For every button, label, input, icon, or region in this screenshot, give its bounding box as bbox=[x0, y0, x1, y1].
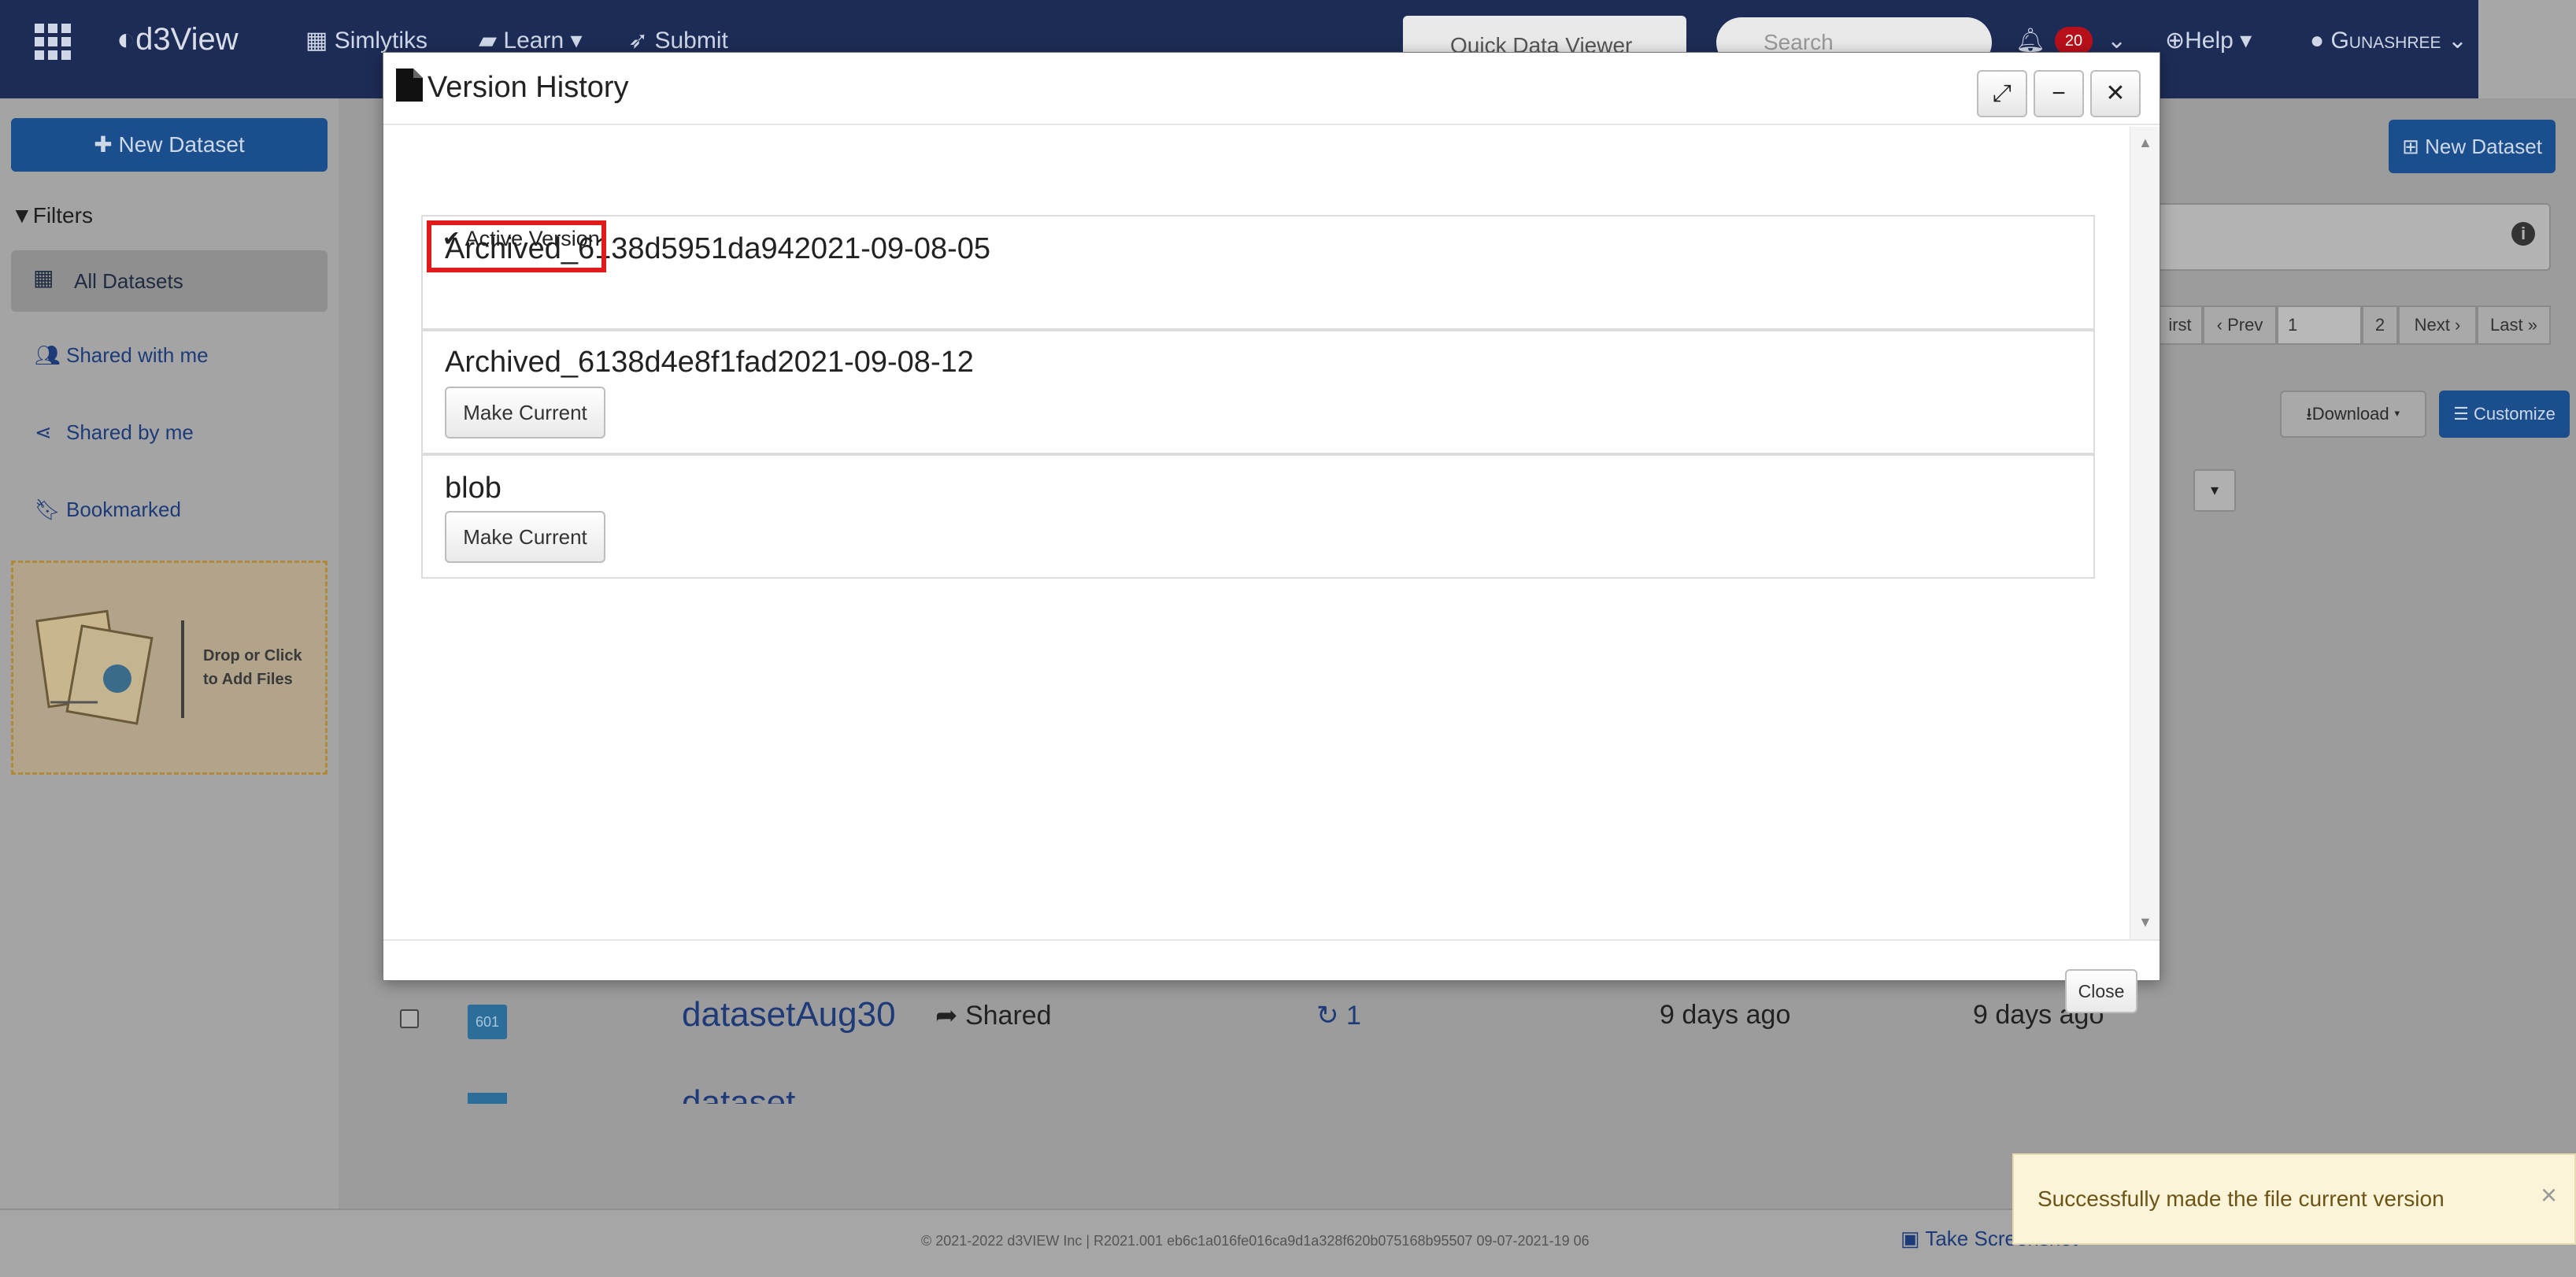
pager-prev[interactable]: ‹ Prev bbox=[2203, 305, 2277, 345]
pager-next[interactable]: Next › bbox=[2398, 305, 2477, 345]
globe-icon: ⊕ bbox=[2165, 28, 2186, 54]
users-icon: 👥︎ bbox=[35, 343, 61, 367]
modal-footer: Close bbox=[383, 939, 2160, 1034]
copyright-text: © 2021-2022 d3VIEW Inc | R2021.001 eb6c1… bbox=[921, 1233, 1590, 1249]
pager-last[interactable]: Last » bbox=[2477, 305, 2551, 345]
download-button[interactable]: ⭳Download ▾ bbox=[2280, 391, 2426, 438]
image-icon: ▣ bbox=[1901, 1227, 1920, 1250]
nav-help[interactable]: ⊕Help ▾ bbox=[2165, 27, 2252, 54]
files-illustration-icon bbox=[27, 600, 168, 730]
customize-button[interactable]: ☰ Customize bbox=[2439, 391, 2570, 438]
caret-down-icon: ▾ bbox=[570, 28, 583, 54]
pager-page-input[interactable]: 1 bbox=[2277, 305, 2362, 345]
filters-heading: ▼Filters bbox=[11, 203, 93, 228]
plus-square-icon: ⊞ bbox=[2402, 135, 2419, 158]
version-name: blob bbox=[445, 472, 502, 505]
logo-icon: ◐ bbox=[117, 22, 136, 57]
modal-body: Archived_6138d5951da942021-09-08-05 Arch… bbox=[383, 127, 2128, 939]
minimize-button[interactable]: − bbox=[2034, 70, 2084, 117]
version-item: blob Make Current bbox=[421, 454, 2095, 579]
version-name: Archived_6138d4e8f1fad2021-09-08-12 bbox=[445, 346, 974, 379]
sidebar-item-shared-by-me[interactable]: ⋖ Shared by me bbox=[35, 420, 194, 445]
plus-icon: ✚ bbox=[94, 132, 113, 157]
rocket-icon: ➶ bbox=[628, 28, 649, 54]
chevron-down-icon[interactable]: ⌄ bbox=[2107, 27, 2126, 54]
book-icon: ▰ bbox=[479, 28, 498, 54]
success-toast: Successfully made the file current versi… bbox=[2012, 1153, 2576, 1245]
version-item: Archived_6138d4e8f1fad2021-09-08-12 Make… bbox=[421, 330, 2095, 454]
column-dropdown[interactable]: ▾ bbox=[2193, 469, 2236, 512]
download-icon: ⭳ bbox=[2306, 404, 2312, 424]
file-icon bbox=[396, 68, 427, 104]
simlytiks-icon: ▦ bbox=[305, 28, 328, 54]
share-icon: ⋖ bbox=[35, 420, 52, 444]
dropzone-divider bbox=[181, 620, 184, 718]
pager-page-count: 2 bbox=[2362, 305, 2398, 345]
new-dataset-button-right[interactable]: ⊞ New Dataset bbox=[2389, 120, 2556, 173]
bell-icon[interactable]: 🔔︎ bbox=[2015, 27, 2045, 54]
close-button[interactable]: Close bbox=[2065, 969, 2137, 1013]
close-icon: ✕ bbox=[2105, 80, 2126, 106]
modal-close-x-button[interactable]: ✕ bbox=[2090, 70, 2141, 117]
modal-scrollbar[interactable]: ▲ ▼ bbox=[2130, 127, 2160, 939]
new-dataset-button[interactable]: ✚ New Dataset bbox=[11, 118, 328, 172]
sidebar-item-shared-with-me[interactable]: 👥︎ Shared with me bbox=[35, 343, 209, 368]
bookmark-icon: 🔖︎ bbox=[35, 498, 61, 521]
dataset-name-link[interactable]: dataset bbox=[682, 1083, 795, 1104]
sliders-icon: ☰ bbox=[2453, 404, 2469, 424]
pager-first[interactable]: irst bbox=[2157, 305, 2203, 345]
version-item: Archived_6138d5951da942021-09-08-05 bbox=[421, 215, 2095, 330]
modal-title: Version History bbox=[396, 68, 629, 105]
toast-message: Successfully made the file current versi… bbox=[2037, 1186, 2445, 1211]
version-history-modal: Version History ⤢ − ✕ Archived_6138d5951… bbox=[383, 52, 2160, 1013]
info-icon[interactable]: i bbox=[2511, 222, 2535, 246]
scroll-down-icon[interactable]: ▼ bbox=[2138, 914, 2152, 931]
active-version-label: ✔ Active Version bbox=[442, 227, 600, 250]
grid-icon: ▦ bbox=[33, 265, 54, 290]
filter-icon: ▼ bbox=[11, 203, 33, 228]
dropzone-text: Drop or Click to Add Files bbox=[203, 647, 302, 688]
notification-badge: 20 bbox=[2055, 27, 2093, 55]
expand-icon: ⤢ bbox=[1993, 80, 2012, 106]
modal-header: Version History ⤢ − ✕ bbox=[383, 53, 2160, 125]
dataset-type-badge bbox=[468, 1093, 507, 1104]
nav-user-menu[interactable]: ● Gunashree ⌄ bbox=[2310, 27, 2467, 54]
toast-close-icon[interactable]: × bbox=[2541, 1179, 2557, 1212]
apps-grid-icon[interactable] bbox=[35, 24, 71, 60]
search-filter-box[interactable] bbox=[2157, 203, 2551, 271]
make-current-button[interactable]: Make Current bbox=[445, 387, 605, 439]
nav-simlytiks[interactable]: ▦ Simlytiks bbox=[305, 27, 427, 54]
nav-learn[interactable]: ▰ Learn ▾ bbox=[479, 27, 583, 54]
scroll-up-icon[interactable]: ▲ bbox=[2138, 135, 2152, 151]
checkmark-icon: ✔ bbox=[442, 227, 461, 250]
minimize-icon: − bbox=[2052, 80, 2066, 106]
sidebar-item-all-datasets[interactable]: All Datasets bbox=[11, 250, 328, 312]
expand-button[interactable]: ⤢ bbox=[1977, 70, 2027, 117]
nav-submit[interactable]: ➶ Submit bbox=[628, 27, 728, 54]
make-current-button[interactable]: Make Current bbox=[445, 511, 605, 563]
user-icon: ● bbox=[2310, 28, 2325, 54]
brand-logo[interactable]: ◐d3View bbox=[117, 22, 239, 57]
sidebar-item-bookmarked[interactable]: 🔖︎ Bookmarked bbox=[35, 498, 181, 522]
